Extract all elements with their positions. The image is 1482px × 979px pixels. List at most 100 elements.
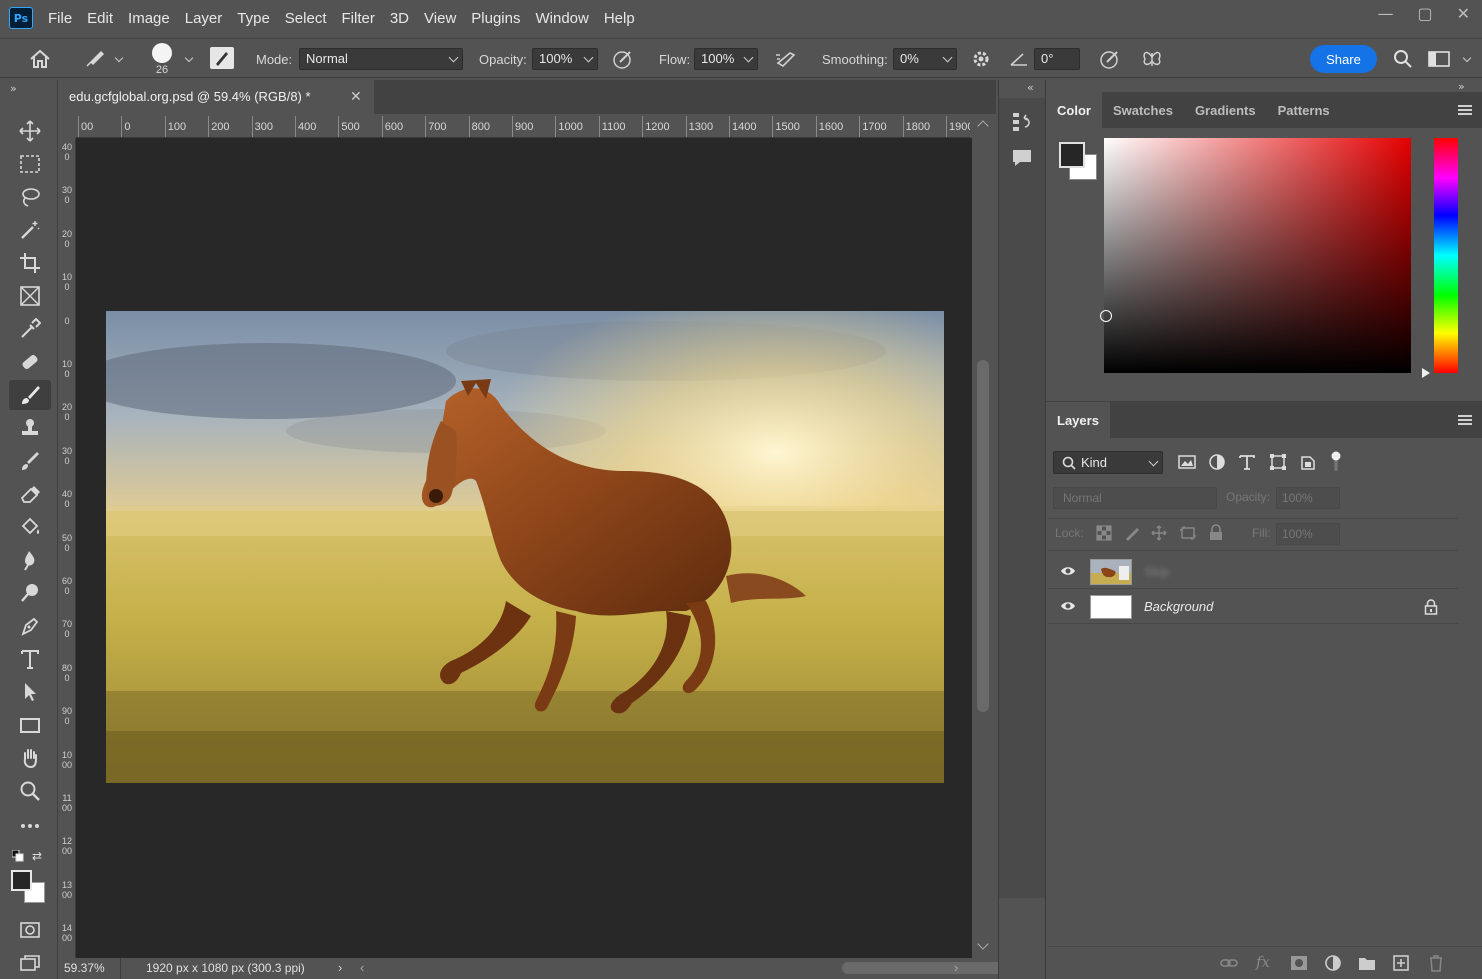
filter-shape-icon[interactable] xyxy=(1269,453,1287,471)
eraser-tool-icon[interactable] xyxy=(9,479,51,509)
smoothing-input[interactable]: 0% xyxy=(893,48,957,70)
default-colors-icon[interactable] xyxy=(11,849,24,862)
horizontal-scrollbar[interactable]: ‹ › xyxy=(348,958,1060,979)
symmetry-butterfly-icon[interactable] xyxy=(1139,47,1165,71)
new-layer-icon[interactable] xyxy=(1392,954,1410,972)
collapse-toolbar-icon[interactable]: » xyxy=(10,82,17,95)
lock-artboard-icon[interactable] xyxy=(1179,525,1197,541)
close-tab-icon[interactable]: ✕ xyxy=(350,88,362,105)
lock-icon[interactable] xyxy=(1424,599,1438,615)
tab-patterns[interactable]: Patterns xyxy=(1267,92,1341,128)
new-adjustment-layer-icon[interactable] xyxy=(1324,954,1342,972)
type-tool-icon[interactable] xyxy=(9,644,51,674)
clone-stamp-tool-icon[interactable] xyxy=(9,413,51,443)
foreground-color-swatch[interactable] xyxy=(11,870,32,891)
history-brush-tool-icon[interactable] xyxy=(9,446,51,476)
menu-select[interactable]: Select xyxy=(285,10,327,27)
delete-layer-icon[interactable] xyxy=(1428,954,1444,972)
color-picker-cursor[interactable] xyxy=(1100,310,1112,322)
hand-tool-icon[interactable] xyxy=(9,743,51,773)
move-tool-icon[interactable] xyxy=(9,116,51,146)
swap-colors-icon[interactable]: ⇄ xyxy=(32,849,46,863)
search-icon[interactable] xyxy=(1390,47,1416,71)
opacity-input[interactable]: 100% xyxy=(532,48,598,70)
eye-icon[interactable] xyxy=(1060,565,1076,577)
healing-brush-tool-icon[interactable] xyxy=(9,347,51,377)
marquee-tool-icon[interactable] xyxy=(9,149,51,179)
lock-transparent-icon[interactable] xyxy=(1096,525,1112,541)
brush-settings-panel-icon[interactable] xyxy=(210,47,234,69)
brush-preset-icon[interactable] xyxy=(80,47,108,71)
hue-slider-handle[interactable] xyxy=(1422,368,1430,378)
quick-mask-icon[interactable] xyxy=(9,915,51,945)
chevron-down-icon[interactable] xyxy=(182,51,196,65)
history-panel-icon[interactable] xyxy=(1010,110,1034,134)
filter-smart-object-icon[interactable] xyxy=(1299,453,1317,471)
share-button[interactable]: Share xyxy=(1310,45,1377,73)
new-group-icon[interactable] xyxy=(1358,955,1376,971)
color-panel-menu-icon[interactable] xyxy=(1458,105,1472,115)
chevron-down-icon[interactable] xyxy=(1460,51,1474,65)
crop-tool-icon[interactable] xyxy=(9,248,51,278)
status-menu-arrow-icon[interactable]: › xyxy=(338,960,342,975)
fx-icon[interactable]: fx xyxy=(1256,953,1270,971)
menu-edit[interactable]: Edit xyxy=(87,10,113,27)
menu-file[interactable]: File xyxy=(48,10,72,27)
filter-pixel-icon[interactable] xyxy=(1178,453,1196,471)
foreground-color-box[interactable] xyxy=(1059,142,1085,168)
magic-wand-tool-icon[interactable] xyxy=(9,215,51,245)
maximize-button[interactable]: ▢ xyxy=(1417,4,1432,23)
pen-tool-icon[interactable] xyxy=(9,611,51,641)
menu-view[interactable]: View xyxy=(424,10,456,27)
eye-icon[interactable] xyxy=(1060,600,1076,612)
horse-photo[interactable] xyxy=(106,311,944,783)
lock-all-icon[interactable] xyxy=(1208,524,1224,541)
tab-layers[interactable]: Layers xyxy=(1046,402,1110,438)
scroll-right-icon[interactable]: › xyxy=(954,960,958,975)
close-window-button[interactable]: ✕ xyxy=(1457,4,1470,23)
menu-3d[interactable]: 3D xyxy=(390,10,409,27)
hue-slider[interactable] xyxy=(1434,138,1458,373)
filter-toggle-icon[interactable] xyxy=(1330,450,1342,472)
workspace-icon[interactable] xyxy=(1426,47,1452,71)
paint-bucket-tool-icon[interactable] xyxy=(9,512,51,542)
menu-plugins[interactable]: Plugins xyxy=(471,10,520,27)
menu-layer[interactable]: Layer xyxy=(185,10,223,27)
flow-input[interactable]: 100% xyxy=(694,48,758,70)
tab-color[interactable]: Color xyxy=(1046,92,1102,128)
zoom-tool-icon[interactable] xyxy=(9,776,51,806)
eyedropper-tool-icon[interactable] xyxy=(9,314,51,344)
pressure-opacity-icon[interactable] xyxy=(610,47,636,71)
mode-dropdown[interactable]: Normal xyxy=(299,48,463,70)
add-mask-icon[interactable] xyxy=(1290,955,1308,971)
menu-filter[interactable]: Filter xyxy=(342,10,375,27)
tab-swatches[interactable]: Swatches xyxy=(1102,92,1184,128)
expand-panels-icon[interactable]: « xyxy=(1027,81,1034,94)
pressure-size-icon[interactable] xyxy=(1097,47,1123,71)
zoom-level[interactable]: 59.37% xyxy=(64,961,105,975)
home-icon[interactable] xyxy=(26,47,54,71)
comments-panel-icon[interactable] xyxy=(1010,146,1034,170)
menu-window[interactable]: Window xyxy=(535,10,588,27)
more-tools-icon[interactable] xyxy=(9,811,51,841)
layer-filter-dropdown[interactable]: Kind xyxy=(1053,451,1163,474)
filter-adjustment-icon[interactable] xyxy=(1208,453,1226,471)
layers-panel-menu-icon[interactable] xyxy=(1458,415,1472,425)
lasso-tool-icon[interactable] xyxy=(9,182,51,212)
vertical-scroll-thumb[interactable] xyxy=(977,360,989,712)
brush-tip-preview[interactable] xyxy=(152,43,172,63)
filter-type-icon[interactable] xyxy=(1238,453,1256,471)
vertical-scrollbar[interactable] xyxy=(972,116,996,958)
menu-help[interactable]: Help xyxy=(604,10,635,27)
layer-row-skip[interactable]: Skip xyxy=(1048,555,1458,589)
lock-position-icon[interactable] xyxy=(1151,525,1167,541)
brush-tool-icon[interactable] xyxy=(9,380,51,410)
path-selection-tool-icon[interactable] xyxy=(9,677,51,707)
minimize-button[interactable]: — xyxy=(1377,4,1393,23)
menu-type[interactable]: Type xyxy=(237,10,270,27)
document-tab[interactable]: edu.gcfglobal.org.psd @ 59.4% (RGB/8) * … xyxy=(58,80,374,114)
menu-image[interactable]: Image xyxy=(128,10,170,27)
scroll-up-icon[interactable] xyxy=(977,120,989,132)
link-layers-icon[interactable] xyxy=(1220,956,1238,970)
color-spectrum-field[interactable] xyxy=(1104,138,1411,373)
